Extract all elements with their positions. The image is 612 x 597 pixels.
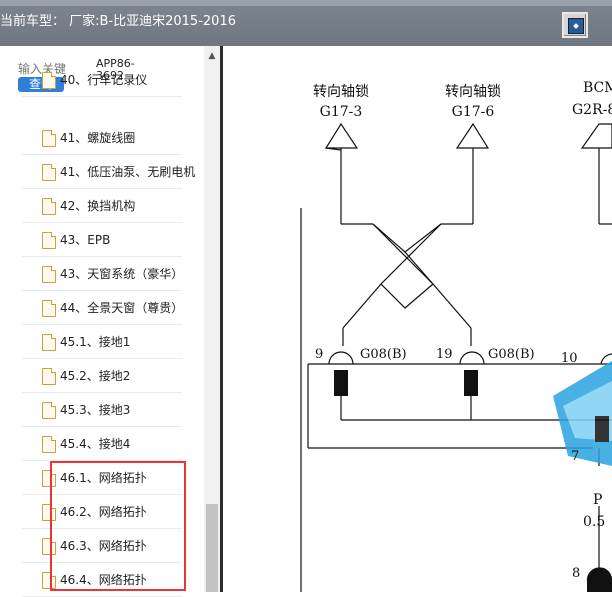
list-item-label: 41、低压油泵、无刷电机 bbox=[60, 165, 196, 179]
scroll-up-arrow-icon[interactable]: ▲ bbox=[204, 50, 220, 62]
pin-8-label: 8 bbox=[572, 566, 580, 581]
list-item[interactable]: 43、天窗系统（豪华） bbox=[22, 257, 184, 291]
header-top-strip bbox=[0, 0, 612, 6]
header-bar: 当前车型： 厂家:B-比亚迪宋2015-2016 bbox=[0, 0, 612, 46]
list-item[interactable]: 41、低压油泵、无刷电机 bbox=[22, 155, 195, 189]
document-icon bbox=[42, 368, 56, 385]
pin-19-bump bbox=[459, 351, 485, 365]
connector-block-left bbox=[334, 370, 348, 396]
wiring-diagram: 转向轴锁 G17-3 转向轴锁 G17-6 BCM G2R-8 9 G08(B)… bbox=[223, 46, 612, 592]
list-item-label: 40、行车记录仪 bbox=[60, 73, 148, 87]
list-item-label: 45.3、接地3 bbox=[60, 403, 131, 417]
toggle-icon bbox=[568, 18, 584, 34]
list-item[interactable]: 40、行车记录仪 bbox=[22, 72, 182, 97]
node-right-code: G2R-8 bbox=[572, 102, 612, 118]
connector-arrow-left bbox=[324, 122, 359, 149]
list-item-label: 45.1、接地1 bbox=[60, 335, 131, 349]
list-item-label: 45.2、接地2 bbox=[60, 369, 131, 383]
node-mid-name: 转向轴锁 bbox=[445, 84, 501, 100]
document-icon bbox=[42, 130, 56, 147]
list-item[interactable]: 45.1、接地1 bbox=[22, 325, 182, 359]
document-icon bbox=[42, 198, 56, 215]
panel-toggle-button[interactable] bbox=[562, 12, 588, 38]
wire-color-label: P bbox=[593, 492, 602, 508]
node-mid-code: G17-6 bbox=[452, 104, 495, 120]
list-item[interactable]: 44、全景天窗（尊贵） bbox=[22, 291, 184, 325]
connector-arrow-right bbox=[580, 123, 612, 149]
current-car-model: 当前车型： 厂家:B-比亚迪宋2015-2016 bbox=[0, 14, 236, 29]
document-icon bbox=[42, 164, 56, 181]
node-left-code: G17-3 bbox=[320, 104, 363, 120]
list-item-label: 41、螺旋线圈 bbox=[60, 131, 136, 145]
pin-8-cap bbox=[586, 567, 612, 592]
document-icon bbox=[42, 300, 56, 317]
document-icon bbox=[42, 72, 56, 89]
document-icon bbox=[42, 266, 56, 283]
connector-arrow-mid bbox=[455, 122, 490, 149]
list-item-label: 44、全景天窗（尊贵） bbox=[60, 301, 184, 315]
list-item[interactable]: 45.3、接地3 bbox=[22, 393, 182, 427]
node-right-name: BCM bbox=[583, 80, 612, 96]
pin-10-label: 10 bbox=[561, 351, 578, 366]
connector-mid-label: G08(B) bbox=[488, 347, 535, 362]
list-item[interactable]: 42、换挡机构 bbox=[22, 189, 182, 223]
list-item-label: 42、换挡机构 bbox=[60, 199, 136, 213]
document-icon bbox=[42, 334, 56, 351]
node-left-name: 转向轴锁 bbox=[313, 84, 369, 100]
connector-block-mid bbox=[464, 370, 478, 396]
wire-size-label: 0.5 bbox=[583, 514, 605, 530]
list-item[interactable]: 41、螺旋线圈 bbox=[22, 121, 182, 155]
list-item-label: 43、天窗系统（豪华） bbox=[60, 267, 184, 281]
pin-9-bump bbox=[328, 351, 354, 365]
connector-left-label: G08(B) bbox=[360, 347, 407, 362]
list-item[interactable]: 45.2、接地2 bbox=[22, 359, 182, 393]
document-icon bbox=[42, 402, 56, 419]
highlight-box bbox=[50, 461, 186, 591]
list-item-label: 45.4、接地4 bbox=[60, 437, 131, 451]
pin-19-label: 19 bbox=[436, 347, 453, 362]
sidebar-scrollbar[interactable]: ▲ bbox=[204, 46, 220, 592]
document-icon bbox=[42, 232, 56, 249]
list-item[interactable]: 43、EPB bbox=[22, 223, 182, 257]
document-icon bbox=[42, 436, 56, 453]
watermark-logo bbox=[553, 361, 612, 466]
pin-7-label: 7 bbox=[571, 449, 579, 464]
scrollbar-thumb[interactable] bbox=[206, 504, 218, 592]
list-item[interactable]: 45.4、接地4 bbox=[22, 427, 182, 461]
pin-9-label: 9 bbox=[315, 347, 323, 362]
list-item-label: 43、EPB bbox=[60, 233, 111, 247]
